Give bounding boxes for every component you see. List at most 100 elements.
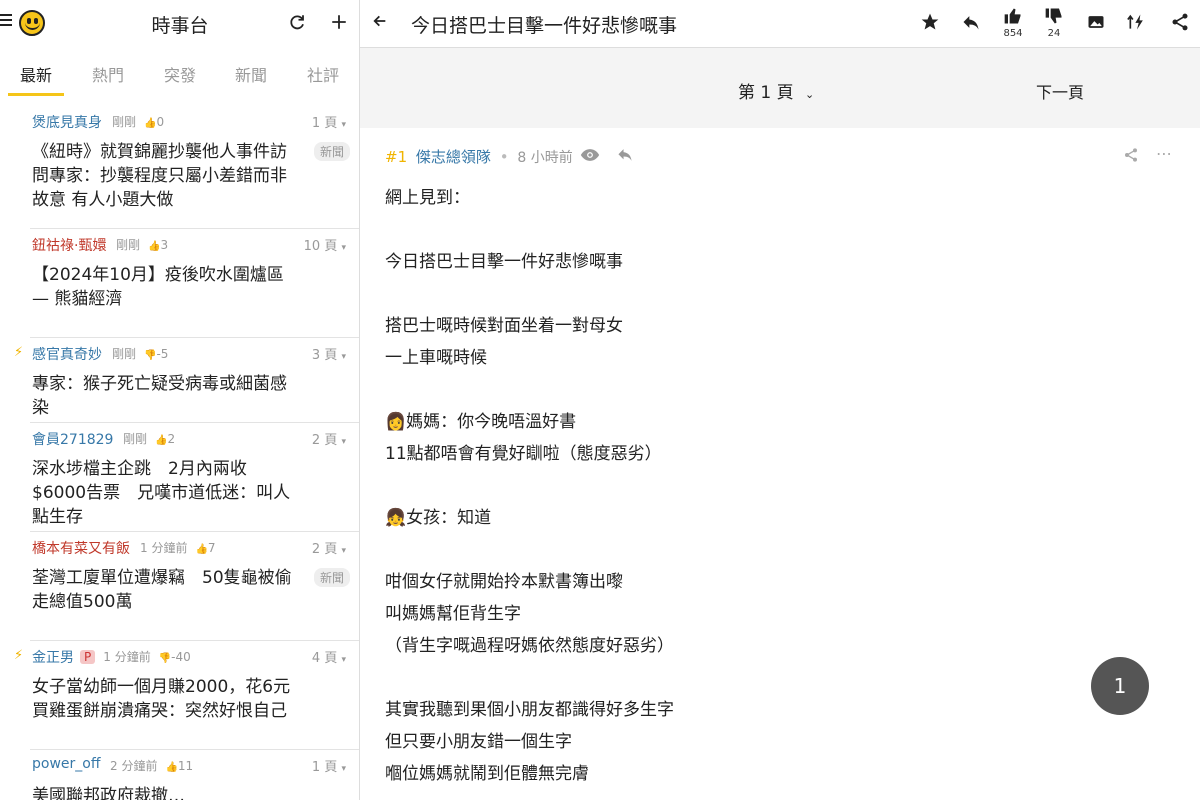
thread-time: 1 分鐘前 <box>103 650 151 664</box>
caret-down-icon: ▾ <box>341 243 346 253</box>
news-badge: 新聞 <box>313 142 350 161</box>
app-root: 時事台 最新 熱門 突發 新聞 社評 煲底見真身 1 頁 ▾ 剛剛 👍0 《紐時》就賀錦… <box>0 0 1200 800</box>
post-time: 8 小時前 <box>517 150 573 166</box>
page-select-label: 第 1 頁 <box>738 83 794 103</box>
thread-author[interactable]: 煲底見真身 <box>32 112 102 132</box>
thread-author[interactable]: 會員271829 <box>32 429 113 449</box>
star-icon[interactable] <box>915 12 945 36</box>
post: #1 傑志總領隊 • 8 小時前 ⋯ 網上見到： 今日搭巴士目擊一件好悲慘嘅事 … <box>360 128 1200 800</box>
thread-author[interactable]: 橋本有菜又有飯 <box>32 538 130 558</box>
thread-list-panel: 時事台 最新 熱門 突發 新聞 社評 煲底見真身 1 頁 ▾ 剛剛 👍0 《紐時》就賀錦… <box>0 0 360 800</box>
thread-time: 2 分鐘前 <box>110 759 158 773</box>
tab-editorial[interactable]: 社評 <box>307 62 339 86</box>
post-author[interactable]: 傑志總領隊 <box>416 148 491 166</box>
thread-author[interactable]: 感官真奇妙 <box>32 344 102 364</box>
share-icon[interactable] <box>1165 12 1195 36</box>
add-icon[interactable] <box>325 8 353 36</box>
thread-likes: 👍3 <box>148 238 169 252</box>
thread-title[interactable]: 專家：猴子死亡疑受病毒或細菌感染 <box>30 372 359 420</box>
p-badge: P <box>80 650 96 664</box>
page-select[interactable]: 第 1 頁 ⌄ <box>738 78 814 103</box>
refresh-icon[interactable] <box>283 8 311 36</box>
thumbs-down-icon: 👎 <box>144 350 157 361</box>
reply-icon[interactable] <box>956 12 986 36</box>
tab-active-indicator <box>8 93 64 96</box>
thread-likes: 👎-5 <box>144 347 169 361</box>
thread-title[interactable]: 女子當幼師一個月賺2000，花6元買雞蛋餅崩潰痛哭：突然好恨自己 <box>30 675 359 723</box>
thread-likes: 👍7 <box>195 541 216 555</box>
thumbs-up-icon: 👍 <box>144 118 157 129</box>
tab-breaking[interactable]: 突發 <box>164 62 196 86</box>
thread-meta: 鈕祜祿·甄嬛 10 頁 ▾ 剛剛 👍3 <box>30 235 359 255</box>
thread-item[interactable]: power_off 1 頁 ▾ 2 分鐘前 👍11 美國聯邦政府裁撤… <box>30 750 359 800</box>
thread-title[interactable]: 【2024年10月】疫後吹水圍爐區 — 熊貓經濟 <box>30 263 359 311</box>
eye-icon[interactable] <box>580 147 600 167</box>
more-options-icon[interactable]: ⋯ <box>1156 144 1172 163</box>
thread-item[interactable]: 鈕祜祿·甄嬛 10 頁 ▾ 剛剛 👍3 【2024年10月】疫後吹水圍爐區 — 熊貓經濟 <box>30 229 359 338</box>
thread-title[interactable]: 荃灣工廈單位遭爆竊 50隻龜被偷走總值500萬 <box>30 566 359 614</box>
thread-item[interactable]: 會員271829 2 頁 ▾ 剛剛 👍2 深水埗檔主企跳 2月內兩收$6000告票 兄嘆… <box>30 423 359 532</box>
like-count: 854 <box>1003 28 1023 39</box>
caret-down-icon: ▾ <box>341 655 346 665</box>
thread-meta-inline: 剛剛 👍2 <box>115 430 175 447</box>
thread-meta-inline: 2 分鐘前 👍11 <box>102 757 193 774</box>
thread-item[interactable]: 橋本有菜又有飯 2 頁 ▾ 1 分鐘前 👍7 荃灣工廈單位遭爆竊 50隻龜被偷走總值50… <box>30 532 359 641</box>
news-badge: 新聞 <box>313 568 350 587</box>
post-floor: #1 <box>385 148 408 166</box>
thread-time: 剛剛 <box>112 347 137 361</box>
thread-meta: 煲底見真身 1 頁 ▾ 剛剛 👍0 <box>30 112 359 132</box>
thread-title[interactable]: 《紐時》就賀錦麗抄襲他人事件訪問專家：抄襲程度只屬小差錯而非故意 有人小題大做 <box>30 140 359 212</box>
post-share-icon[interactable] <box>1123 147 1139 167</box>
thread-pages[interactable]: 10 頁 ▾ <box>304 235 346 254</box>
left-header: 時事台 <box>0 0 359 48</box>
thread-title: 今日搭巴士目擊一件好悲慘嘅事 <box>411 15 678 37</box>
thread-item[interactable]: ⚡ 金正男 4 頁 ▾ P 1 分鐘前 👎-40 女子當幼師一個月賺2000，花6元買雞蛋餅… <box>14 641 359 750</box>
thread-pages[interactable]: 2 頁 ▾ <box>312 538 346 557</box>
thread-author[interactable]: 金正男 <box>32 647 74 667</box>
thread-meta: 會員271829 2 頁 ▾ 剛剛 👍2 <box>30 429 359 449</box>
dislike-count: 24 <box>1047 28 1061 39</box>
thread-meta-inline: 剛剛 👎-5 <box>104 345 168 362</box>
bolt-icon: ⚡ <box>14 648 24 663</box>
thumbs-up-icon <box>1004 8 1021 24</box>
thread-meta: ⚡ 感官真奇妙 3 頁 ▾ 剛剛 👎-5 <box>14 344 359 364</box>
thumbs-up-icon: 👍 <box>195 544 208 555</box>
meta-dot: • <box>499 148 509 166</box>
floating-page-button[interactable]: 1 <box>1091 657 1149 715</box>
thread-title[interactable]: 深水埗檔主企跳 2月內兩收$6000告票 兄嘆市道低迷：叫人點生存 <box>30 457 359 529</box>
thread-pages[interactable]: 1 頁 ▾ <box>312 756 346 775</box>
thread-view-panel: 今日搭巴士目擊一件好悲慘嘅事 854 24 第 1 頁 ⌄ 下一頁 #1 傑志總… <box>360 0 1200 800</box>
thread-pages[interactable]: 3 頁 ▾ <box>312 344 346 363</box>
post-meta: #1 傑志總領隊 • 8 小時前 ⋯ <box>385 144 1175 168</box>
thread-meta-inline: 剛剛 👍3 <box>108 236 168 253</box>
thread-likes: 👍11 <box>165 759 194 773</box>
thread-item[interactable]: 煲底見真身 1 頁 ▾ 剛剛 👍0 《紐時》就賀錦麗抄襲他人事件訪問專家：抄襲程度只屬小… <box>30 106 359 229</box>
chevron-down-icon: ⌄ <box>805 88 815 101</box>
thread-item[interactable]: ⚡ 感官真奇妙 3 頁 ▾ 剛剛 👎-5 專家：猴子死亡疑受病毒或細菌感染 <box>14 338 359 423</box>
sort-bolt-icon[interactable] <box>1122 12 1152 36</box>
thread-likes: 👎-40 <box>158 650 191 664</box>
caret-down-icon: ▾ <box>341 764 346 774</box>
tab-news[interactable]: 新聞 <box>235 62 267 86</box>
image-icon[interactable] <box>1081 12 1111 36</box>
thread-time: 剛剛 <box>116 238 141 252</box>
thread-pages[interactable]: 4 頁 ▾ <box>312 647 346 666</box>
quote-reply-icon[interactable] <box>616 147 634 167</box>
thumbs-down-icon: 👎 <box>158 653 172 664</box>
next-page-button[interactable]: 下一頁 <box>1036 79 1084 103</box>
thread-title[interactable]: 美國聯邦政府裁撤… <box>30 784 359 800</box>
thread-meta: ⚡ 金正男 4 頁 ▾ P 1 分鐘前 👎-40 <box>14 647 359 667</box>
thread-author[interactable]: 鈕祜祿·甄嬛 <box>32 235 106 255</box>
dislike-button[interactable]: 24 <box>1039 6 1069 39</box>
caret-down-icon: ▾ <box>341 352 346 362</box>
tab-hot[interactable]: 熱門 <box>92 62 124 86</box>
thread-pages[interactable]: 2 頁 ▾ <box>312 429 346 448</box>
like-button[interactable]: 854 <box>998 6 1028 39</box>
back-arrow-icon[interactable] <box>372 10 388 34</box>
tab-latest[interactable]: 最新 <box>20 62 52 86</box>
thread-pages[interactable]: 1 頁 ▾ <box>312 112 346 131</box>
thread-author[interactable]: power_off <box>32 756 100 772</box>
thumbs-up-icon: 👍 <box>148 241 161 252</box>
thread-meta: 橋本有菜又有飯 2 頁 ▾ 1 分鐘前 👍7 <box>30 538 359 558</box>
thread-meta-inline: P 1 分鐘前 👎-40 <box>76 648 191 665</box>
